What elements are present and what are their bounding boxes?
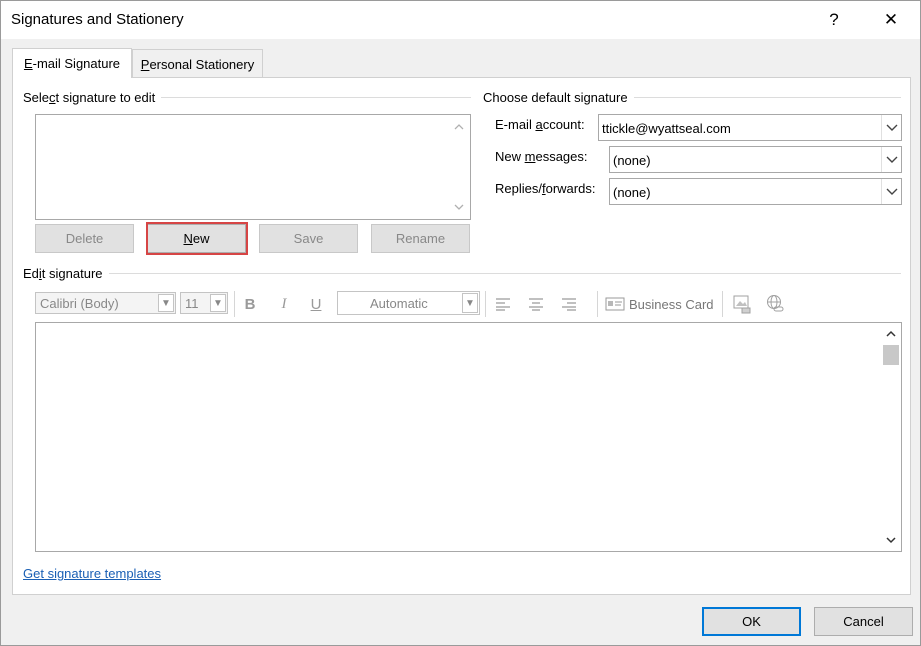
chevron-down-icon (881, 115, 901, 140)
help-button[interactable]: ? (811, 1, 857, 39)
scroll-down-icon[interactable] (884, 533, 898, 547)
font-color-select[interactable]: Automatic ▼ (337, 291, 480, 315)
align-center-button[interactable] (525, 293, 547, 315)
edit-signature-label: Edit signature (23, 266, 109, 281)
align-right-button[interactable] (558, 293, 580, 315)
replies-forwards-label: Replies/forwards: (495, 181, 596, 196)
editor-scrollbar[interactable] (881, 323, 901, 551)
divider (23, 273, 901, 274)
italic-button[interactable]: I (273, 293, 295, 315)
new-messages-label: New messages: (495, 149, 588, 164)
align-left-button[interactable] (492, 293, 514, 315)
delete-button[interactable]: Delete (35, 224, 134, 253)
new-button-highlight (146, 222, 248, 255)
scroll-up-icon[interactable] (452, 120, 466, 134)
bold-button[interactable]: B (239, 293, 261, 315)
business-card-button[interactable]: Business Card (605, 294, 714, 314)
font-select[interactable]: Calibri (Body) ▼ (35, 292, 176, 314)
chevron-down-icon (881, 147, 901, 172)
chevron-down-icon: ▼ (158, 294, 174, 312)
toolbar-separator (485, 291, 486, 317)
tab-email-signature[interactable]: E-mail Signature (12, 48, 132, 78)
toolbar-separator (597, 291, 598, 317)
save-button[interactable]: Save (259, 224, 358, 253)
hyperlink-icon (767, 295, 784, 312)
picture-icon (733, 295, 751, 314)
window-title: Signatures and Stationery (11, 11, 184, 28)
get-signature-templates-link[interactable]: Get signature templates (23, 566, 161, 581)
email-account-select[interactable]: ttickle@wyattseal.com (598, 114, 902, 141)
align-right-icon (562, 298, 576, 311)
signature-list[interactable] (35, 114, 471, 220)
font-size-select[interactable]: 11 ▼ (180, 292, 228, 314)
ok-button[interactable]: OK (702, 607, 801, 636)
toolbar-separator (722, 291, 723, 317)
rename-button[interactable]: Rename (371, 224, 470, 253)
chevron-down-icon: ▼ (210, 294, 226, 312)
signature-editor[interactable] (35, 322, 902, 552)
align-center-icon (529, 298, 543, 311)
tab-personal-stationery[interactable]: Personal Stationery (132, 49, 263, 77)
signatures-dialog: Signatures and Stationery ? ✕ E-mail Sig… (0, 0, 921, 646)
new-messages-select[interactable]: (none) (609, 146, 902, 173)
scroll-down-icon[interactable] (452, 200, 466, 214)
chevron-down-icon (881, 179, 901, 204)
chevron-down-icon: ▼ (462, 293, 478, 313)
cancel-button[interactable]: Cancel (814, 607, 913, 636)
scroll-thumb[interactable] (883, 345, 899, 365)
close-button[interactable]: ✕ (868, 1, 914, 39)
default-signature-label: Choose default signature (483, 90, 634, 105)
toolbar-separator (234, 291, 235, 317)
close-icon: ✕ (883, 10, 899, 29)
underline-button[interactable]: U (305, 293, 327, 315)
title-bar: Signatures and Stationery ? ✕ (1, 1, 920, 39)
align-left-icon (496, 298, 510, 311)
insert-hyperlink-button[interactable] (764, 293, 786, 315)
scroll-up-icon[interactable] (884, 327, 898, 341)
email-account-label: E-mail account: (495, 117, 585, 132)
select-signature-label: Select signature to edit (23, 90, 162, 105)
business-card-icon (605, 297, 625, 311)
replies-forwards-select[interactable]: (none) (609, 178, 902, 205)
insert-picture-button[interactable] (731, 293, 753, 315)
